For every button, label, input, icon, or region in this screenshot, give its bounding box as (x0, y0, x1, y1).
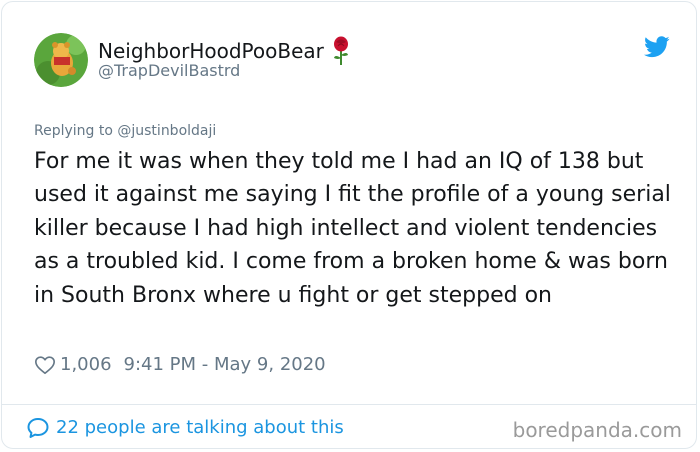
tweet-text: For me it was when they told me I had an… (34, 149, 671, 308)
comment-bubble-icon (26, 416, 50, 440)
talking-about-label: 22 people are talking about this (56, 417, 344, 438)
user-handle[interactable]: @TrapDevilBastrd (98, 61, 240, 81)
rose-icon (330, 36, 352, 66)
twitter-bird-icon[interactable] (644, 36, 670, 58)
divider (2, 404, 696, 405)
like-count[interactable]: 1,006 (60, 353, 112, 377)
display-name[interactable]: NeighborHoodPooBear (98, 39, 324, 63)
heart-outline-icon[interactable] (34, 354, 56, 376)
tweet-card: NeighborHoodPooBear @TrapDevilBastrd Rep… (1, 1, 697, 449)
avatar[interactable] (34, 33, 88, 87)
replying-to[interactable]: Replying to @justinboldaji (34, 122, 216, 140)
boredpanda-watermark: boredpanda.com (512, 418, 682, 442)
tweet-timestamp[interactable]: 9:41 PM - May 9, 2020 (124, 353, 326, 377)
talking-about-link[interactable]: 22 people are talking about this (26, 416, 344, 440)
tweet-meta: 1,006 9:41 PM - May 9, 2020 (34, 353, 326, 377)
